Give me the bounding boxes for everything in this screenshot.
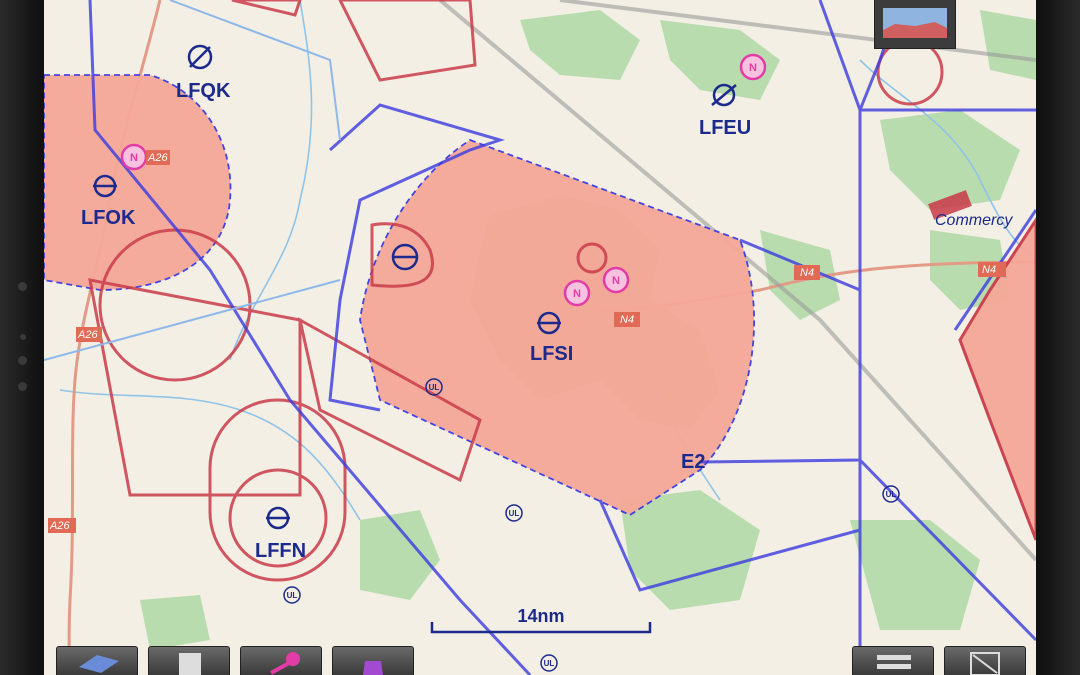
- profile-icon: [883, 8, 947, 38]
- vor-label: N: [130, 152, 138, 164]
- svg-text:N4: N4: [620, 314, 634, 326]
- vertical-profile-button[interactable]: [874, 0, 956, 49]
- svg-text:N4: N4: [982, 264, 996, 276]
- map-screen[interactable]: 14nm N N N N UL UL UL UL UL A26 A26 A26 …: [44, 0, 1036, 675]
- airfield-label-lfqk: LFQK: [176, 80, 231, 102]
- svg-text:UL: UL: [429, 383, 440, 392]
- bezel-sensor: [20, 334, 26, 340]
- airfield-label-lfsi: LFSI: [530, 343, 573, 365]
- airport-button[interactable]: [332, 646, 414, 675]
- svg-text:A26: A26: [49, 520, 70, 532]
- menu-button[interactable]: [852, 646, 934, 675]
- airfield-label-e2: E2: [681, 451, 705, 473]
- bezel-button: [18, 356, 27, 365]
- airfield-label-lfeu: LFEU: [699, 117, 751, 139]
- town-label-commercy: Commercy: [935, 212, 1013, 229]
- svg-text:UL: UL: [544, 659, 555, 668]
- svg-text:UL: UL: [886, 490, 897, 499]
- vor-label: N: [612, 275, 620, 287]
- svg-text:UL: UL: [287, 591, 298, 600]
- layers-icon: [79, 655, 119, 673]
- menu-icon: [877, 655, 911, 669]
- calculator-icon: [179, 653, 201, 675]
- svg-text:A26: A26: [77, 329, 98, 341]
- airfield-label-lfok: LFOK: [81, 207, 136, 229]
- svg-text:N4: N4: [800, 267, 814, 279]
- route-button[interactable]: [240, 646, 322, 675]
- calculator-button[interactable]: [148, 646, 230, 675]
- layers-button[interactable]: [56, 646, 138, 675]
- scale-bar: 14nm: [430, 606, 652, 634]
- airfield-label-lffn: LFFN: [255, 540, 306, 562]
- bezel-button: [18, 382, 27, 391]
- svg-text:A26: A26: [147, 152, 168, 164]
- fullscreen-icon: [970, 652, 1000, 675]
- scale-bar-label: 14nm: [517, 606, 564, 626]
- svg-text:UL: UL: [509, 509, 520, 518]
- bezel-button: [18, 282, 27, 291]
- aeronautical-map[interactable]: 14nm N N N N UL UL UL UL UL A26 A26 A26 …: [44, 0, 1036, 675]
- vor-label: N: [573, 288, 581, 300]
- fullscreen-button[interactable]: [944, 646, 1026, 675]
- vor-label: N: [749, 62, 757, 74]
- route-icon: [270, 652, 300, 675]
- airport-icon: [363, 661, 383, 675]
